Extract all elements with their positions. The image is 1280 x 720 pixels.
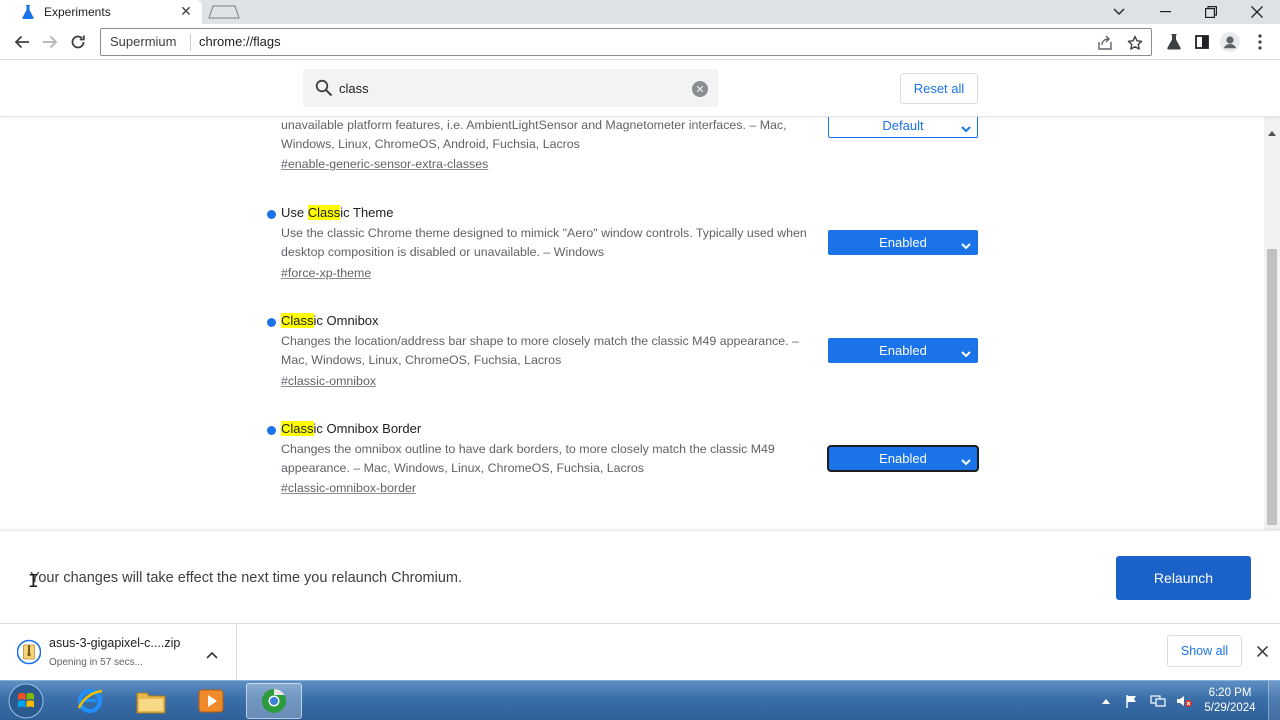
show-desktop-button[interactable] (1268, 681, 1280, 720)
url-text[interactable]: chrome://flags (199, 34, 281, 49)
volume-muted-icon[interactable] (1176, 693, 1192, 709)
browser-toolbar: Supermium chrome://flags (0, 24, 1280, 60)
download-shelf: asus-3-gigapixel-c....zip Opening in 57 … (0, 623, 1280, 681)
scrollbar-thumb[interactable] (1267, 249, 1277, 525)
relaunch-button[interactable]: Relaunch (1116, 556, 1251, 600)
page-scrollbar[interactable] (1264, 117, 1280, 530)
zip-file-icon (16, 638, 42, 671)
windows-logo-icon (8, 683, 44, 719)
flag-state-value: Default (882, 118, 924, 133)
show-hidden-icons-icon[interactable] (1098, 693, 1114, 709)
network-icon[interactable] (1150, 693, 1166, 709)
windows-taskbar: 6:20 PM 5/29/2024 (0, 680, 1280, 720)
back-button[interactable] (10, 30, 34, 54)
profile-avatar-icon[interactable] (1218, 30, 1242, 54)
extension-icon[interactable] (1162, 30, 1186, 54)
forward-button[interactable] (38, 30, 62, 54)
search-highlight: Class (307, 205, 341, 220)
share-icon[interactable] (1095, 33, 1115, 53)
flag-link[interactable]: #classic-omnibox-border (281, 481, 416, 495)
flag-state-value: Enabled (879, 451, 927, 466)
taskbar-clock[interactable]: 6:20 PM 5/29/2024 (1196, 686, 1264, 716)
flag-modified-dot (267, 210, 276, 219)
flag-link[interactable]: #enable-generic-sensor-extra-classes (281, 157, 488, 171)
media-player-icon (198, 689, 224, 713)
relaunch-bar: Your changes will take effect the next t… (0, 530, 1280, 623)
tab-strip: Experiments ✕ (0, 0, 1280, 24)
flag-link[interactable]: #force-xp-theme (281, 266, 371, 280)
flask-icon (22, 5, 34, 24)
close-icon[interactable] (1254, 643, 1270, 659)
system-tray (1098, 681, 1192, 720)
relaunch-message: Your changes will take effect the next t… (30, 570, 463, 586)
clock-date: 5/29/2024 (1204, 702, 1256, 714)
taskbar-file-explorer[interactable] (123, 683, 179, 719)
flag-item-classic-omnibox-border: Classic Omnibox Border Changes the omnib… (267, 421, 987, 501)
flags-search-input[interactable] (339, 69, 679, 107)
chevron-down-icon (961, 346, 971, 361)
search-highlight: Class (281, 313, 314, 328)
download-file-name: asus-3-gigapixel-c....zip (49, 636, 181, 650)
omnibox-chip: Supermium (110, 34, 177, 49)
flag-state-select[interactable]: Enabled (828, 230, 978, 255)
chromium-icon (262, 689, 286, 713)
download-status: Opening in 57 secs... (49, 657, 143, 668)
flag-state-select[interactable]: Enabled (827, 445, 979, 472)
new-tab-button[interactable] (208, 5, 240, 24)
flag-description: unavailable platform features, i.e. Ambi… (281, 118, 787, 151)
flag-modified-dot (267, 318, 276, 327)
search-highlight: Class (281, 421, 314, 436)
flag-state-value: Enabled (879, 343, 927, 358)
flag-state-select[interactable]: Enabled (828, 338, 978, 363)
tab-title: Experiments (44, 5, 111, 19)
scroll-up-arrow-icon[interactable] (1268, 123, 1276, 141)
download-item[interactable]: asus-3-gigapixel-c....zip Opening in 57 … (0, 624, 237, 681)
reset-all-button[interactable]: Reset all (900, 73, 978, 104)
flag-description: Use the classic Chrome theme designed to… (281, 226, 807, 259)
omnibox-separator (190, 34, 191, 51)
flag-modified-dot (267, 426, 276, 435)
folder-icon (136, 692, 166, 714)
bookmark-star-icon[interactable] (1125, 33, 1145, 53)
taskbar-media-player[interactable] (183, 683, 239, 719)
close-window-button[interactable] (1234, 0, 1280, 24)
tab-experiments[interactable]: Experiments ✕ (0, 0, 202, 24)
clock-time: 6:20 PM (1208, 687, 1252, 699)
chevron-up-icon[interactable] (206, 646, 218, 664)
internet-explorer-icon (77, 689, 103, 713)
flag-state-value: Enabled (879, 235, 927, 250)
reload-button[interactable] (66, 30, 90, 54)
tab-search-icon[interactable] (1108, 2, 1130, 22)
address-bar[interactable]: Supermium chrome://flags (100, 28, 1152, 56)
flag-item-classic-theme: Use Classic Theme Use the classic Chrome… (267, 205, 987, 285)
clear-search-icon[interactable]: ✕ (692, 81, 708, 97)
tab-close-icon[interactable]: ✕ (178, 3, 194, 19)
flag-description: Changes the omnibox outline to have dark… (281, 442, 775, 475)
flag-link[interactable]: #classic-omnibox (281, 374, 376, 388)
flag-name: Classic Omnibox (281, 313, 379, 328)
minimize-button[interactable] (1142, 0, 1188, 24)
flag-name: Use Classic Theme (281, 205, 394, 220)
side-panel-icon[interactable] (1190, 30, 1214, 54)
taskbar-supermium[interactable] (246, 683, 302, 719)
flag-item-generic-sensor: unavailable platform features, i.e. Ambi… (267, 117, 987, 179)
flag-name: Classic Omnibox Border (281, 421, 422, 436)
start-button[interactable] (4, 682, 48, 720)
chevron-down-icon (961, 121, 971, 136)
show-all-button[interactable]: Show all (1167, 635, 1242, 667)
restore-button[interactable] (1188, 0, 1234, 24)
menu-dots-icon[interactable] (1248, 30, 1272, 54)
search-icon (315, 79, 333, 102)
flag-state-select[interactable]: Default (828, 117, 978, 138)
flags-search-box[interactable]: ✕ (303, 69, 718, 107)
taskbar-internet-explorer[interactable] (62, 683, 118, 719)
flag-item-classic-omnibox: Classic Omnibox Changes the location/add… (267, 313, 987, 393)
action-center-flag-icon[interactable] (1124, 693, 1140, 709)
chevron-down-icon (961, 238, 971, 253)
text-cursor-icon: I (28, 571, 39, 592)
flags-list: unavailable platform features, i.e. Ambi… (0, 117, 1264, 530)
chevron-down-icon (961, 454, 971, 469)
flag-description: Changes the location/address bar shape t… (281, 334, 799, 367)
flags-header: ✕ Reset all (0, 60, 1280, 117)
